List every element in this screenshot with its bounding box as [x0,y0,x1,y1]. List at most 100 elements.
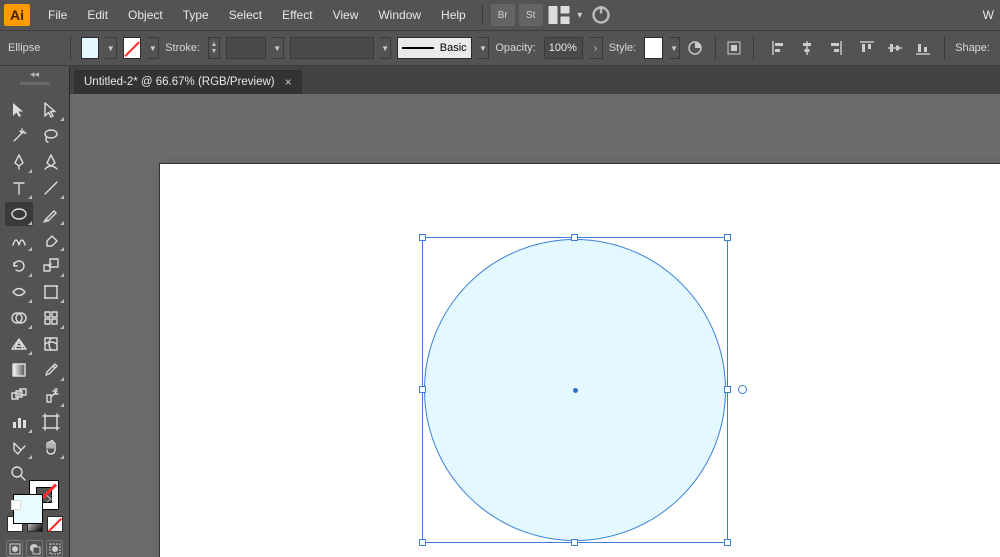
default-fill-stroke-icon[interactable] [11,500,21,510]
rotate-tool[interactable] [5,254,33,278]
menu-window[interactable]: Window [368,2,431,28]
live-shape-pie-widget[interactable] [738,385,747,394]
fill-stroke-indicator[interactable]: ⤭ [11,494,59,510]
tools-panel-collapse-handle[interactable]: ◂◂ [0,66,70,94]
width-tool[interactable] [5,280,33,304]
artboard-tool[interactable] [37,410,65,434]
direct-selection-tool[interactable] [37,98,65,122]
align-left-icon[interactable] [768,37,790,59]
resize-handle-top-right[interactable] [724,234,731,241]
slice-tool[interactable] [5,436,33,460]
artboard[interactable] [160,164,1000,557]
scale-tool[interactable] [37,254,65,278]
variable-width-profile[interactable] [290,37,374,59]
chevron-left-icon: ◂◂ [30,69,39,80]
shaper-tool[interactable] [5,228,33,252]
separator [944,36,945,60]
align-right-icon[interactable] [824,37,846,59]
menu-edit[interactable]: Edit [77,2,118,28]
type-tool[interactable] [5,176,33,200]
graphic-style-dropdown[interactable]: ▼ [669,37,681,59]
align-bottom-icon[interactable] [912,37,934,59]
bridge-icon[interactable]: Br [491,4,515,26]
canvas-area[interactable] [70,94,1000,557]
menu-object[interactable]: Object [118,2,173,28]
workspace-label[interactable]: W [983,8,1000,22]
resize-handle-bottom-right[interactable] [724,539,731,546]
magic-wand-tool[interactable] [5,124,33,148]
hand-tool[interactable] [37,436,65,460]
menu-help[interactable]: Help [431,2,476,28]
separator [482,5,483,25]
brush-definition[interactable]: Basic [397,37,471,59]
stroke-profile-dropdown[interactable]: ▼ [272,37,284,59]
stock-icon[interactable]: St [519,4,543,26]
stroke-label: Stroke: [165,42,200,54]
shape-builder-tool[interactable] [5,306,33,330]
resize-handle-middle-left[interactable] [419,386,426,393]
ellipse-tool[interactable] [5,202,33,226]
lasso-tool[interactable] [37,124,65,148]
menu-bar: Ai File Edit Object Type Select Effect V… [0,0,1000,30]
eyedropper-tool[interactable] [37,358,65,382]
live-paint-bucket-tool[interactable] [37,306,65,330]
variable-width-dropdown[interactable]: ▼ [380,37,392,59]
graphic-style-swatch[interactable] [644,37,662,59]
draw-inside-icon[interactable] [46,540,63,557]
line-segment-tool[interactable] [37,176,65,200]
column-graph-tool[interactable] [5,410,33,434]
stroke-swatch[interactable] [123,37,141,59]
perspective-grid-tool[interactable] [5,332,33,356]
menu-view[interactable]: View [323,2,369,28]
separator [70,36,71,60]
resize-handle-middle-right[interactable] [724,386,731,393]
resize-handle-bottom-middle[interactable] [571,539,578,546]
color-mode-none[interactable] [47,516,63,532]
stroke-weight-stepper[interactable]: ▲▼ [208,37,220,59]
brush-name: Basic [440,42,467,54]
control-bar: Ellipse ▼ ▼ Stroke: ▲▼ ▼ ▼ Basic ▼ Opaci… [0,30,1000,66]
menu-effect[interactable]: Effect [272,2,322,28]
separator [753,36,754,60]
symbol-sprayer-tool[interactable] [37,384,65,408]
document-tab[interactable]: Untitled-2* @ 66.67% (RGB/Preview) × [74,70,302,94]
align-to-icon[interactable] [725,37,743,59]
mesh-tool[interactable] [37,332,65,356]
selection-center-point[interactable] [573,388,578,393]
curvature-tool[interactable] [37,150,65,174]
fill-swatch[interactable] [81,37,99,59]
menu-select[interactable]: Select [219,2,272,28]
shape-properties-label[interactable]: Shape: [955,42,990,54]
selection-tool[interactable] [5,98,33,122]
menu-type[interactable]: Type [173,2,219,28]
opacity-field[interactable]: 100% [544,37,584,59]
pen-tool[interactable] [5,150,33,174]
gradient-tool[interactable] [5,358,33,382]
draw-behind-icon[interactable] [26,540,43,557]
arrange-dropdown-icon[interactable]: ▾ [575,4,585,26]
align-hcenter-icon[interactable] [796,37,818,59]
resize-handle-top-left[interactable] [419,234,426,241]
opacity-flyout[interactable]: › [589,37,602,59]
resize-handle-bottom-left[interactable] [419,539,426,546]
blend-tool[interactable] [5,384,33,408]
selection-bounding-box[interactable] [422,237,728,543]
align-vcenter-icon[interactable] [884,37,906,59]
align-top-icon[interactable] [856,37,878,59]
resize-handle-top-middle[interactable] [571,234,578,241]
paintbrush-tool[interactable] [37,202,65,226]
menu-file[interactable]: File [38,2,77,28]
stroke-weight-field[interactable] [226,37,266,59]
arrange-documents-icon[interactable] [547,4,571,26]
close-tab-icon[interactable]: × [285,75,292,89]
draw-normal-icon[interactable] [6,540,23,557]
stroke-dropdown[interactable]: ▼ [147,37,159,59]
workspace: ⤭ [0,94,1000,557]
free-transform-tool[interactable] [37,280,65,304]
gpu-preview-icon[interactable] [589,4,613,26]
brush-dropdown[interactable]: ▼ [478,37,490,59]
recolor-artwork-icon[interactable] [686,37,704,59]
swap-fill-stroke-icon[interactable]: ⤭ [47,494,59,506]
fill-dropdown[interactable]: ▼ [105,37,117,59]
eraser-tool[interactable] [37,228,65,252]
